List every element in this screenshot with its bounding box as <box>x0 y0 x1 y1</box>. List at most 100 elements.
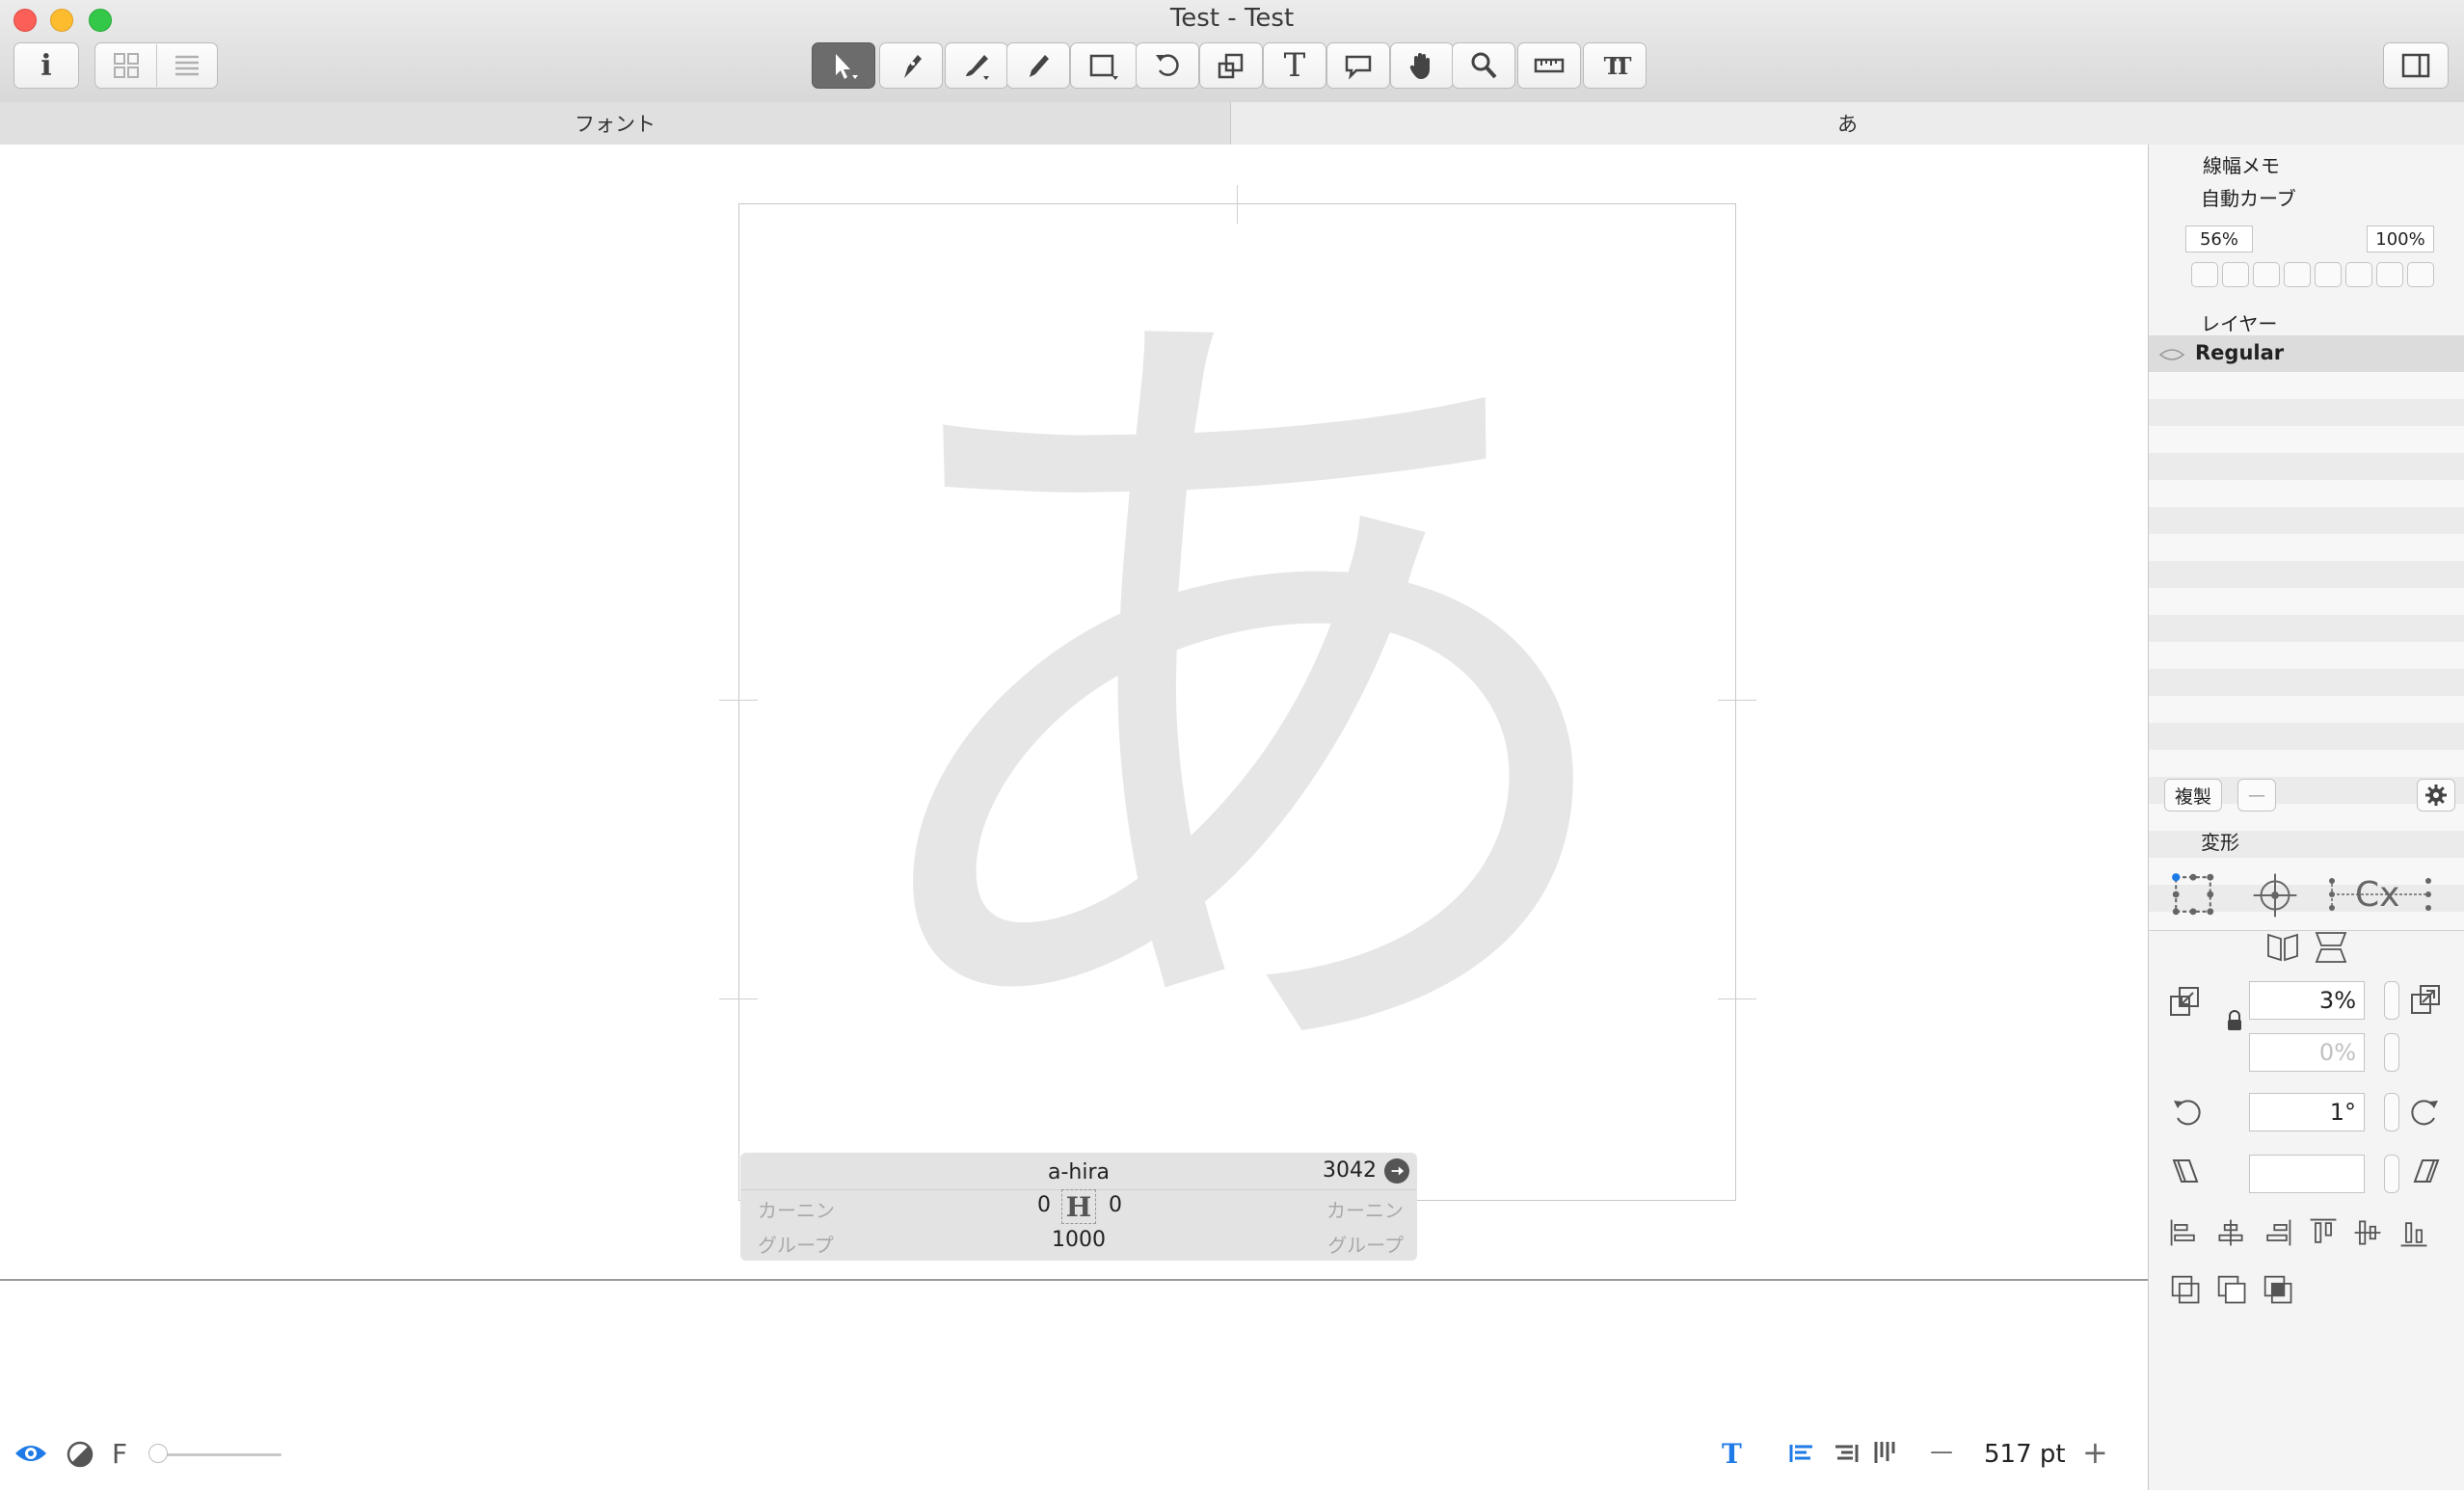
rotate-ccw-button[interactable] <box>2168 1093 2205 1133</box>
align-bottom-button[interactable] <box>2397 1216 2430 1253</box>
align-center-v-button[interactable] <box>2351 1216 2384 1253</box>
curve-preset-4[interactable] <box>2284 262 2311 287</box>
align-text-right-icon[interactable] <box>1834 1442 1859 1465</box>
rotate-tool[interactable] <box>1136 42 1199 89</box>
auto-curve-min-field[interactable]: 56% <box>2185 226 2253 253</box>
skew-left-button[interactable] <box>2168 1153 2205 1193</box>
right-sidebearing[interactable]: 0 <box>1109 1193 1122 1217</box>
tab-font-label: フォント <box>575 113 656 136</box>
pencil-tool[interactable] <box>1006 42 1070 89</box>
type-tool-icon: TT <box>1603 51 1632 80</box>
curve-preset-6[interactable] <box>2345 262 2372 287</box>
measure-tool[interactable] <box>1517 42 1581 89</box>
rotate-ccw-icon <box>2174 1100 2201 1126</box>
right-kerning-label[interactable]: カーニン <box>1326 1195 1404 1223</box>
edit-canvas[interactable]: あ a-hira 3042 カーニン カーニン 0 H 0 グループ グループ … <box>0 145 2148 1280</box>
glyph-width[interactable]: 1000 <box>740 1228 1417 1252</box>
glyph-preview[interactable]: あ <box>738 203 1736 1201</box>
hand-tool[interactable] <box>1390 42 1454 89</box>
contrast-icon[interactable] <box>66 1440 94 1469</box>
path-union-button[interactable] <box>2170 1274 2203 1311</box>
pen-tool[interactable] <box>879 42 943 89</box>
select-tool[interactable] <box>812 42 875 89</box>
align-top-button[interactable] <box>2307 1216 2340 1253</box>
left-sidebearing[interactable]: 0 <box>1037 1193 1051 1217</box>
curve-preset-2[interactable] <box>2222 262 2249 287</box>
rectangle-tool[interactable] <box>1070 42 1138 89</box>
zoom-tool[interactable] <box>1452 42 1515 89</box>
text-direction-icon[interactable]: T <box>1722 1438 1742 1470</box>
remove-layer-button[interactable]: — <box>2237 779 2276 812</box>
lock-icon[interactable] <box>2226 1010 2243 1031</box>
curve-preset-5[interactable] <box>2315 262 2342 287</box>
tab-font[interactable]: フォント <box>0 102 1231 145</box>
go-to-arrow-icon[interactable] <box>1384 1158 1409 1184</box>
scale-tool[interactable] <box>1199 42 1263 89</box>
rotate-input[interactable]: 1° <box>2249 1093 2365 1131</box>
unicode-value[interactable]: 3042 <box>1323 1158 1377 1183</box>
transform-origin-metrics[interactable]: Cx <box>2328 869 2434 923</box>
rotate-cw-button[interactable] <box>2407 1093 2444 1133</box>
rotate-stepper[interactable] <box>2384 1093 2399 1131</box>
align-center-h-button[interactable] <box>2214 1216 2247 1253</box>
type-tool[interactable]: TT <box>1583 42 1647 89</box>
align-bottom-icon <box>2400 1222 2427 1247</box>
eye-icon[interactable] <box>2158 347 2185 362</box>
flip-vertical-button[interactable] <box>2313 929 2349 970</box>
curve-preset-8[interactable] <box>2407 262 2434 287</box>
scale-stepper[interactable] <box>2384 981 2399 1020</box>
brush-tool[interactable] <box>945 42 1008 89</box>
tab-glyph[interactable]: あ <box>1231 102 2464 145</box>
font-label[interactable]: F <box>112 1438 127 1470</box>
layer-row-regular[interactable]: Regular <box>2149 335 2464 372</box>
align-text-left-icon[interactable] <box>1789 1442 1814 1465</box>
align-left-button[interactable] <box>2168 1216 2201 1253</box>
layer-settings-button[interactable] <box>2417 779 2455 812</box>
section-layers[interactable]: レイヤー <box>2149 306 2464 335</box>
transform-origin-center[interactable] <box>2251 871 2299 923</box>
slider-knob[interactable] <box>148 1444 168 1463</box>
zoom-out-button[interactable]: — <box>1930 1438 1953 1465</box>
scale-vertical-stepper[interactable] <box>2384 1033 2399 1072</box>
scale-vertical-input[interactable]: 0% <box>2249 1033 2365 1072</box>
scale-input[interactable]: 3% <box>2249 981 2365 1020</box>
curve-preset-1[interactable] <box>2191 262 2218 287</box>
section-stroke-memo[interactable]: 線幅メモ <box>2149 148 2464 177</box>
scale-up-button[interactable] <box>2407 981 2444 1022</box>
font-size-value[interactable]: 517 pt <box>1984 1440 2066 1469</box>
curve-preset-7[interactable] <box>2376 262 2403 287</box>
zoom-in-button[interactable]: + <box>2082 1434 2108 1471</box>
section-transform[interactable]: 変形 <box>2149 825 2464 854</box>
sidebar-toggle-button[interactable] <box>2383 42 2449 89</box>
annotation-icon <box>1345 55 1372 80</box>
metrics-link-icon[interactable]: H <box>1061 1189 1096 1224</box>
window-title: Test - Test <box>1169 4 1295 33</box>
align-right-button[interactable] <box>2261 1216 2293 1253</box>
preview-size-slider[interactable] <box>156 1453 281 1456</box>
align-left-icon <box>2170 1219 2195 1246</box>
grid-view-button[interactable] <box>96 44 157 87</box>
flip-horizontal-button[interactable] <box>2264 929 2301 970</box>
preview-divider[interactable] <box>0 1279 2148 1281</box>
crosshair-icon <box>2253 873 2297 918</box>
list-view-button[interactable] <box>157 44 217 87</box>
duplicate-layer-button[interactable]: 複製 <box>2164 779 2222 812</box>
text-tool[interactable]: T <box>1263 42 1326 89</box>
skew-stepper[interactable] <box>2384 1155 2399 1193</box>
auto-curve-max-field[interactable]: 100% <box>2367 226 2434 253</box>
skew-input[interactable] <box>2249 1155 2365 1193</box>
left-kerning-label[interactable]: カーニン <box>758 1195 835 1223</box>
section-auto-curve[interactable]: 自動カーブ <box>2149 181 2464 210</box>
path-subtract-button[interactable] <box>2216 1274 2249 1311</box>
scale-down-button[interactable] <box>2166 983 2203 1024</box>
curve-preset-3[interactable] <box>2253 262 2280 287</box>
vertical-text-icon[interactable] <box>1872 1440 1897 1465</box>
transform-origin-bbox[interactable] <box>2168 869 2218 923</box>
glyph-name[interactable]: a-hira <box>740 1160 1417 1184</box>
pen-icon <box>904 55 922 78</box>
skew-right-button[interactable] <box>2407 1153 2444 1193</box>
path-intersect-button[interactable] <box>2263 1274 2295 1311</box>
annotation-tool[interactable] <box>1326 42 1390 89</box>
info-button[interactable]: i <box>13 42 79 89</box>
eye-preview-icon[interactable] <box>13 1442 48 1465</box>
